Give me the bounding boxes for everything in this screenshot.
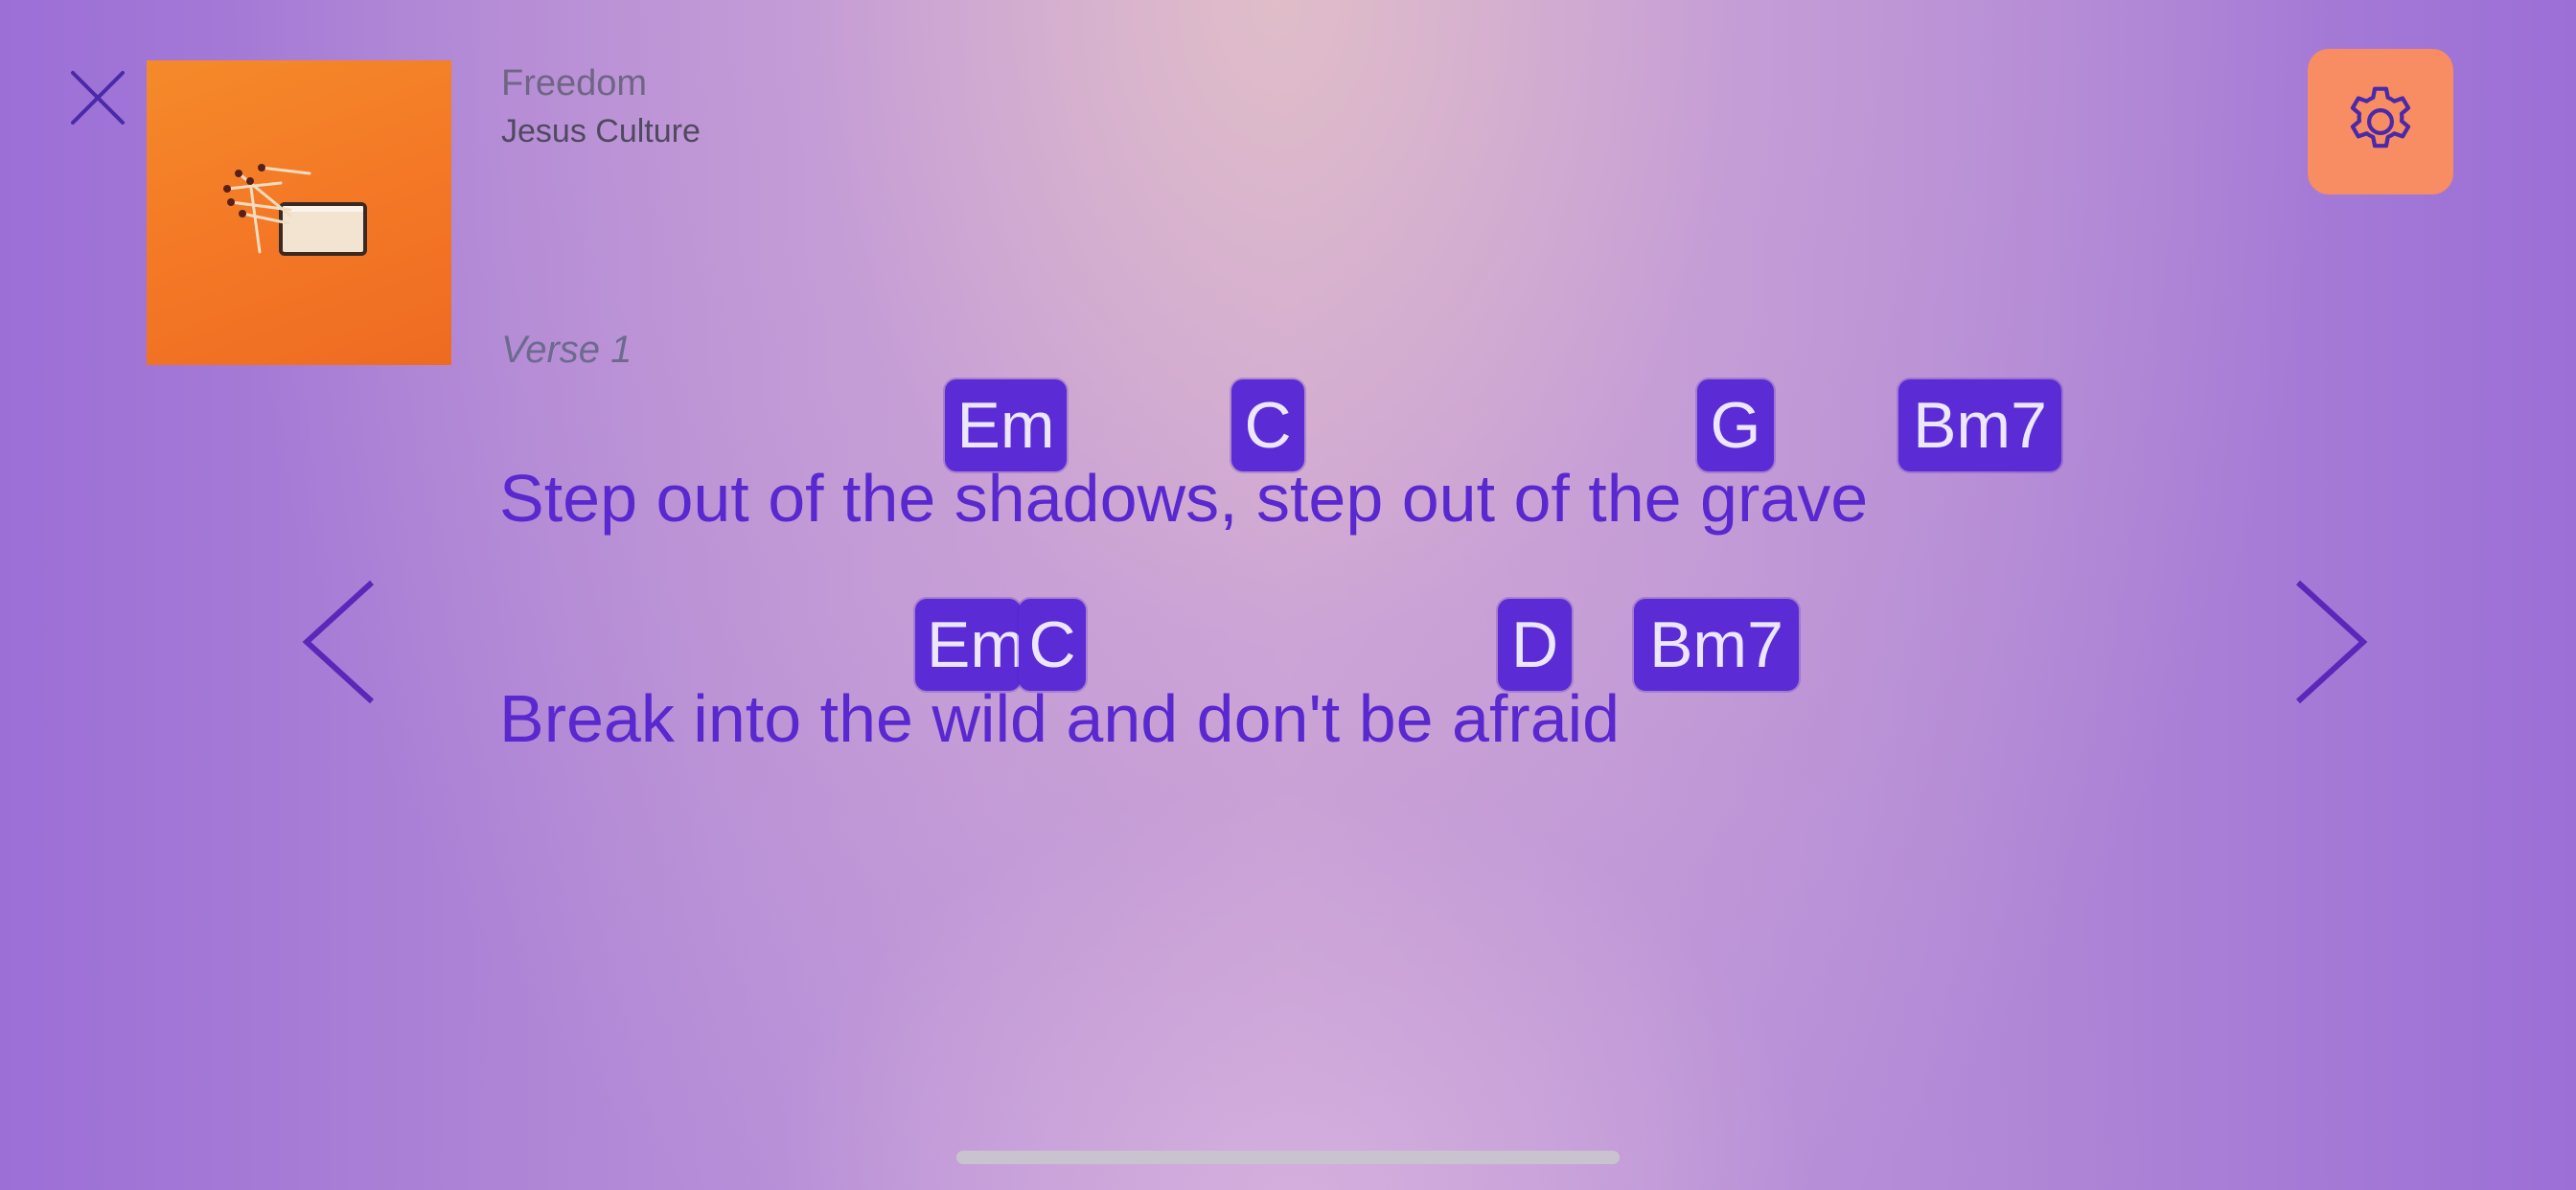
lyric-line: Break into the wild and don't be afraid xyxy=(499,681,1621,756)
song-artist: Jesus Culture xyxy=(501,113,701,149)
settings-button[interactable] xyxy=(2308,49,2453,195)
close-icon xyxy=(61,61,134,134)
chord-badge[interactable]: C xyxy=(1019,599,1086,691)
chord-badge[interactable]: Em xyxy=(915,599,1021,691)
close-button[interactable] xyxy=(61,61,134,134)
chord-badge[interactable]: Em xyxy=(945,379,1067,471)
section-label: Verse 1 xyxy=(501,329,632,371)
next-button[interactable] xyxy=(2294,575,2371,709)
chord-badge[interactable]: Bm7 xyxy=(1898,379,2061,471)
chevron-right-icon xyxy=(2294,575,2371,709)
chord-badge[interactable]: Bm7 xyxy=(1634,599,1799,691)
chord-badge[interactable]: C xyxy=(1231,379,1304,471)
album-art xyxy=(147,60,451,365)
chord-badge[interactable]: D xyxy=(1498,599,1572,691)
previous-button[interactable] xyxy=(299,575,376,709)
lyric-line: Step out of the shadows, step out of the… xyxy=(499,461,1869,536)
home-indicator[interactable] xyxy=(956,1151,1620,1164)
chord-badge[interactable]: G xyxy=(1697,379,1774,471)
chevron-left-icon xyxy=(299,575,376,709)
song-title: Freedom xyxy=(501,63,648,103)
